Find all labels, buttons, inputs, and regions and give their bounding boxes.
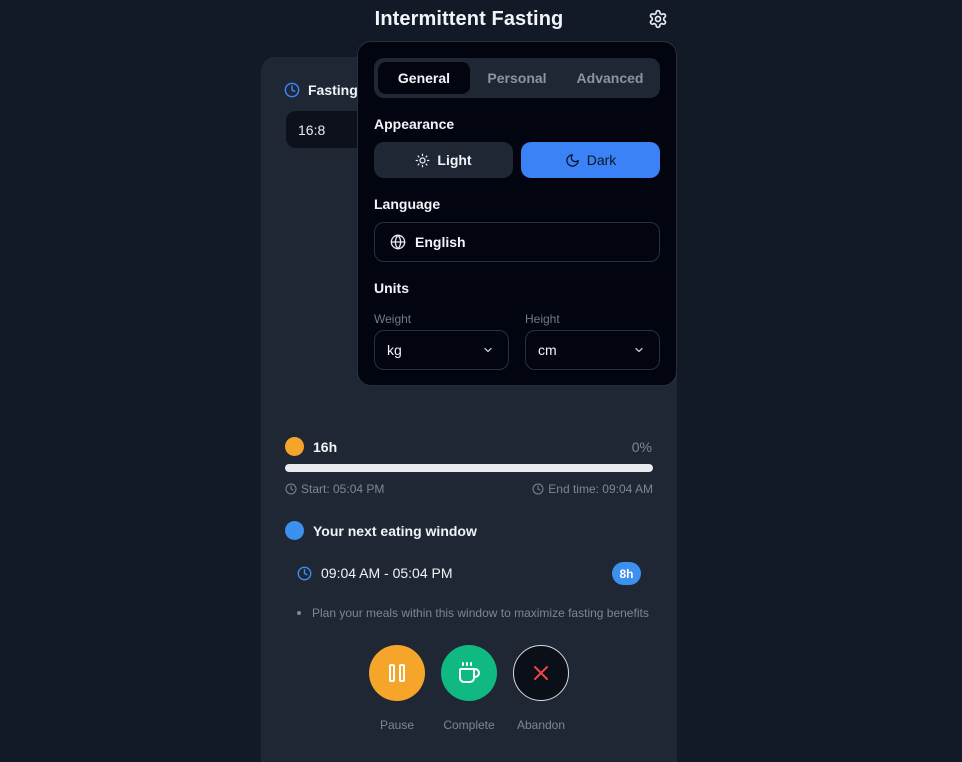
pause-button[interactable] — [369, 645, 425, 701]
coffee-cup-icon — [459, 662, 480, 683]
eating-window-tip-text: Plan your meals within this window to ma… — [312, 606, 649, 620]
complete-label: Complete — [443, 718, 495, 732]
height-label: Height — [525, 312, 560, 326]
eating-window-dot — [285, 521, 304, 540]
weight-unit-value: kg — [387, 342, 402, 358]
units-heading: Units — [374, 280, 409, 296]
fasting-plan-heading: Fasting — [284, 82, 358, 98]
app-title: Intermittent Fasting — [374, 8, 564, 30]
progress-bar — [285, 464, 653, 472]
eating-window-range: 09:04 AM - 05:04 PM — [297, 565, 453, 581]
light-theme-button[interactable]: Light — [374, 142, 513, 178]
eating-window-tip: Plan your meals within this window to ma… — [297, 606, 649, 620]
appearance-heading: Appearance — [374, 116, 455, 132]
globe-icon — [390, 234, 406, 250]
fasting-plan-label: Fasting — [308, 82, 358, 98]
pause-icon — [389, 664, 405, 682]
end-time: End time: 09:04 AM — [532, 482, 653, 496]
light-theme-label: Light — [437, 152, 472, 168]
language-value: English — [415, 234, 466, 250]
clock-icon — [285, 483, 297, 495]
height-unit-select[interactable]: cm — [525, 330, 660, 370]
complete-button[interactable] — [441, 645, 497, 701]
pause-label: Pause — [379, 718, 415, 732]
bullet-dot — [297, 611, 301, 615]
height-unit-value: cm — [538, 342, 557, 358]
tab-general[interactable]: General — [378, 62, 470, 94]
chevron-down-icon — [635, 347, 643, 353]
close-icon — [534, 666, 548, 680]
tab-personal[interactable]: Personal — [472, 62, 562, 94]
dark-theme-button[interactable]: Dark — [521, 142, 660, 178]
dark-theme-label: Dark — [586, 152, 617, 168]
language-heading: Language — [374, 196, 441, 212]
fasting-duration: 16h — [313, 439, 338, 455]
language-select[interactable]: English — [374, 222, 660, 262]
gear-icon — [649, 9, 667, 29]
abandon-button[interactable] — [513, 645, 569, 701]
clock-icon — [297, 566, 312, 580]
fasting-status-dot — [285, 437, 304, 456]
clock-icon — [284, 82, 300, 98]
start-time-text: Start: 05:04 PM — [301, 482, 385, 496]
weight-unit-select[interactable]: kg — [374, 330, 509, 370]
abandon-label: Abandon — [516, 718, 566, 732]
chevron-down-icon — [484, 347, 492, 353]
sun-icon — [416, 153, 430, 167]
eating-window-title: Your next eating window — [313, 523, 477, 539]
end-time-text: End time: 09:04 AM — [548, 482, 653, 496]
start-time: Start: 05:04 PM — [285, 482, 384, 496]
settings-button[interactable] — [647, 8, 669, 30]
moon-icon — [566, 153, 579, 167]
tab-advanced[interactable]: Advanced — [564, 62, 656, 94]
progress-percent: 0% — [631, 439, 652, 455]
weight-label: Weight — [374, 312, 412, 326]
eating-hours-badge: 8h — [612, 562, 641, 585]
eating-window-range-text: 09:04 AM - 05:04 PM — [321, 565, 453, 581]
clock-icon — [532, 483, 544, 495]
